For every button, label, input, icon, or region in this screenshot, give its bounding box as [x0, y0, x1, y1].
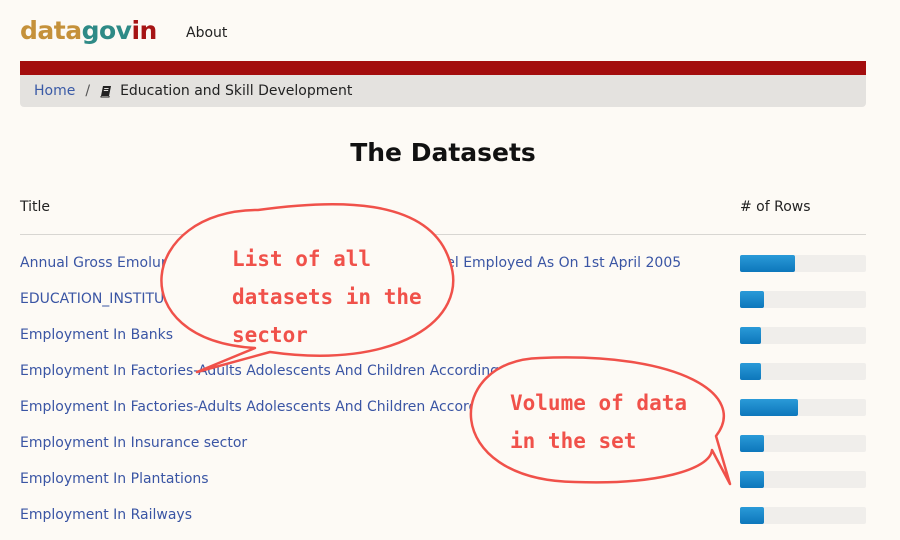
callout-list-line: sector: [232, 323, 308, 347]
row-count-bar-fill: [740, 471, 764, 488]
row-count-bar-fill: [740, 363, 762, 380]
dataset-title-link[interactable]: EDUCATION_INSTITUTIONS: [20, 289, 207, 309]
dataset-title-link[interactable]: Employment In Banks: [20, 325, 173, 345]
dataset-title-link[interactable]: Employment In Factories-Adults Adolescen…: [20, 397, 548, 417]
book-icon: [100, 85, 112, 98]
table-row: Employment In Insurance sector: [20, 433, 866, 469]
row-count-bar-fill: [740, 255, 796, 272]
breadcrumb-home-link[interactable]: Home: [34, 83, 75, 99]
logo-part-in: in: [131, 16, 157, 45]
row-count-bar: [740, 435, 866, 452]
breadcrumb-separator: /: [85, 83, 91, 99]
logo-part-gov: gov: [81, 16, 132, 45]
row-count-bar: [740, 255, 866, 272]
table-row: Employment In Railways: [20, 505, 866, 540]
row-count-bar-fill: [740, 291, 764, 308]
row-count-bar: [740, 399, 866, 416]
site-logo[interactable]: datagovin: [20, 16, 157, 45]
column-header-rows: # of Rows: [740, 199, 811, 215]
row-count-bar-fill: [740, 507, 764, 524]
row-count-bar: [740, 291, 866, 308]
table-row: Employment In Plantations: [20, 469, 866, 505]
callout-volume-text: Volume of data in the set: [510, 384, 687, 460]
dataset-title-link[interactable]: Employment In Insurance sector: [20, 433, 247, 453]
row-count-bar: [740, 363, 866, 380]
dataset-title-link[interactable]: Employment In Railways: [20, 505, 192, 525]
table-row: EDUCATION_INSTITUTIONS: [20, 289, 866, 325]
table-row: Employment In Factories-Adults Adolescen…: [20, 397, 866, 433]
logo-part-data: data: [20, 16, 82, 45]
row-count-bar-fill: [740, 327, 762, 344]
callout-volume-line: Volume of data: [510, 391, 688, 415]
breadcrumb: Home / Education and Skill Development: [20, 75, 866, 107]
header-divider: [20, 234, 866, 235]
table-row: Employment In Factories-Adults Adolescen…: [20, 361, 866, 397]
callout-list-text: List of all datasets in the sector: [232, 240, 422, 354]
row-count-bar: [740, 327, 866, 344]
column-header-title: Title: [20, 199, 51, 215]
table-row: Annual Gross Emoluments Payable Per Annu…: [20, 253, 866, 289]
callout-list-line: datasets in the: [232, 285, 422, 309]
breadcrumb-current: Education and Skill Development: [120, 83, 353, 99]
callout-volume-line: in the set: [510, 429, 637, 453]
page-title: The Datasets: [350, 138, 536, 167]
row-count-bar-fill: [740, 399, 798, 416]
row-count-bar: [740, 507, 866, 524]
dataset-title-link[interactable]: Employment In Factories-Adults Adolescen…: [20, 361, 548, 381]
table-row: Employment In Banks: [20, 325, 866, 361]
row-count-bar-fill: [740, 435, 764, 452]
header-accent-bar: [20, 61, 866, 75]
dataset-title-link[interactable]: Employment In Plantations: [20, 469, 209, 489]
callout-list-line: List of all: [232, 247, 372, 271]
nav-about-link[interactable]: About: [186, 25, 227, 41]
row-count-bar: [740, 471, 866, 488]
